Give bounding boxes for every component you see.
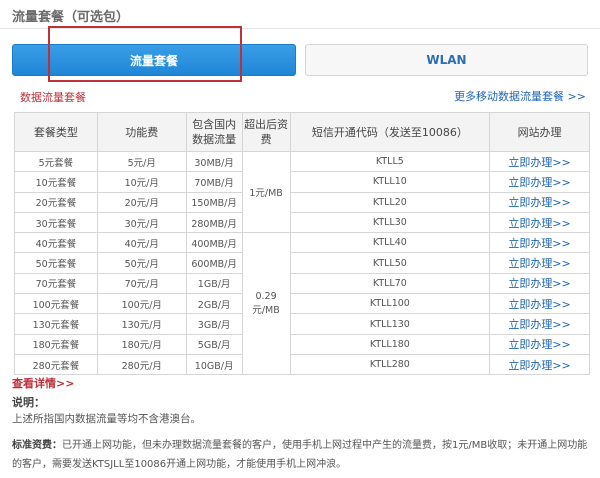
cell-fee: 30元/月 [96,211,187,234]
note-title: 说明： [12,396,45,409]
apply-now-link[interactable]: 立即办理>> [489,313,590,335]
cell-plan-type: 40元套餐 [14,232,98,254]
cell-fee: 40元/月 [96,232,187,254]
cell-fee: 10元/月 [96,171,187,193]
cell-sms-code: KTLL40 [289,232,491,254]
table-body: 5元套餐 5元/月 30MB/月 1元/MB KTLL5 立即办理>> 10元套餐 10元/月… [14,150,590,376]
cell-data: 400MB/月 [185,232,243,254]
table-row: 70元套餐 70元/月 1GB/月 KTLL70 立即办理>> [14,272,590,295]
cell-data: 5GB/月 [185,333,243,355]
table-row: 20元套餐 20元/月 150MB/月 KTLL20 立即办理>> [14,191,590,213]
header-overage: 超出后资 费 [241,112,291,152]
cell-data: 10GB/月 [185,353,243,376]
cell-sms-code: KTLL5 [289,150,491,173]
note-text: 上述所指国内数据流量等均不含港澳台。 [12,413,201,425]
cell-fee: 100元/月 [96,293,187,315]
table-row: 5元套餐 5元/月 30MB/月 1元/MB KTLL5 立即办理>> [14,150,590,234]
header-online: 网站办理 [489,112,590,152]
apply-now-link[interactable]: 立即办理>> [489,293,590,315]
cell-sms-code: KTLL70 [289,272,491,295]
tab-wlan[interactable]: WLAN [305,44,588,76]
section-label-data-plans: 数据流量套餐 [20,91,86,104]
cell-plan-type: 20元套餐 [14,191,98,213]
cell-plan-type: 50元套餐 [14,252,98,274]
table-row: 180元套餐 180元/月 5GB/月 KTLL180 立即办理>> [14,333,590,355]
cell-sms-code: KTLL50 [289,252,491,274]
cell-data: 2GB/月 [185,293,243,315]
cell-data: 3GB/月 [185,313,243,335]
table-row: 280元套餐 280元/月 10GB/月 KTLL280 立即办理>> [14,353,590,376]
cell-data: 1GB/月 [185,272,243,295]
cell-sms-code: KTLL130 [289,313,491,335]
apply-now-link[interactable]: 立即办理>> [489,333,590,355]
cell-plan-type: 30元套餐 [14,211,98,234]
plans-table: 套餐类型 功能费 包含国内 数据流量 超出后资 费短信开通代码（发送至10086） 网站… [14,112,590,376]
table-row: 130元套餐 130元/月 3GB/月 KTLL130 立即办理>> [14,313,590,335]
cell-plan-type: 10元套餐 [14,171,98,193]
cell-data: 150MB/月 [185,191,243,213]
header-plan-type: 套餐类型 [14,112,98,152]
cell-fee: 50元/月 [96,252,187,274]
table-header-row: 套餐类型 功能费 包含国内 数据流量 超出后资 费短信开通代码（发送至10086） 网站… [14,112,590,152]
cell-plan-type: 280元套餐 [14,353,98,376]
cell-overage: 0.29元/MB [241,232,291,376]
cell-fee: 180元/月 [96,333,187,355]
cell-data: 280MB/月 [185,211,243,234]
more-plans-link[interactable]: 更多移动数据流量套餐 >> [454,88,586,104]
highlight-annotation-box [48,26,242,82]
cell-sms-code: KTLL180 [289,333,491,355]
cell-data: 70MB/月 [185,171,243,193]
cell-fee: 70元/月 [96,272,187,295]
header-fee: 功能费 [96,112,187,152]
apply-now-link[interactable]: 立即办理>> [489,232,590,254]
cell-data: 30MB/月 [185,150,243,173]
cell-plan-type: 70元套餐 [14,272,98,295]
header-included-data: 包含国内 数据流量 [185,112,243,152]
cell-plan-type: 100元套餐 [14,293,98,315]
table-row: 10元套餐 10元/月 70MB/月 KTLL10 立即办理>> [14,171,590,193]
cell-fee: 280元/月 [96,353,187,376]
cell-overage: 1元/MB [241,150,291,234]
cell-sms-code: KTLL280 [289,353,491,376]
cell-plan-type: 130元套餐 [14,313,98,335]
cell-plan-type: 180元套餐 [14,333,98,355]
cell-fee: 20元/月 [96,191,187,213]
cell-fee: 5元/月 [96,150,187,173]
table-row: 30元套餐 30元/月 280MB/月 KTLL30 立即办理>> [14,211,590,234]
table-row: 40元套餐 40元/月 400MB/月 0.29元/MB KTLL40 立即办理>> [14,232,590,376]
table-row: 50元套餐 50元/月 600MB/月 KTLL50 立即办理>> [14,252,590,274]
cell-sms-code: KTLL20 [289,191,491,213]
cell-fee: 130元/月 [96,313,187,335]
cell-sms-code: KTLL10 [289,171,491,193]
apply-now-link[interactable]: 立即办理>> [489,272,590,295]
standard-fee-paragraph: 标准资费：已开通上网功能，但未办理数据流量套餐的客户，使用手机上网过程中产生的流… [12,436,590,474]
header-sms-code: 短信开通代码（发送至10086） [289,112,491,152]
cell-data: 600MB/月 [185,252,243,274]
apply-now-link[interactable]: 立即办理>> [489,191,590,213]
cell-plan-type: 5元套餐 [14,150,98,173]
see-details-link[interactable]: 查看详情>> [12,375,74,391]
page-title: 流量套餐（可选包） [12,10,130,25]
apply-now-link[interactable]: 立即办理>> [489,252,590,274]
table-row: 100元套餐 100元/月 2GB/月 KTLL100 立即办理>> [14,293,590,315]
apply-now-link[interactable]: 立即办理>> [489,353,590,376]
cell-sms-code: KTLL100 [289,293,491,315]
standard-fee-label: 标准资费： [12,440,62,451]
apply-now-link[interactable]: 立即办理>> [489,150,590,173]
apply-now-link[interactable]: 立即办理>> [489,171,590,193]
cell-sms-code: KTLL30 [289,211,491,234]
apply-now-link[interactable]: 立即办理>> [489,211,590,234]
standard-fee-text: 已开通上网功能，但未办理数据流量套餐的客户，使用手机上网过程中产生的流量费，按1… [12,440,588,470]
